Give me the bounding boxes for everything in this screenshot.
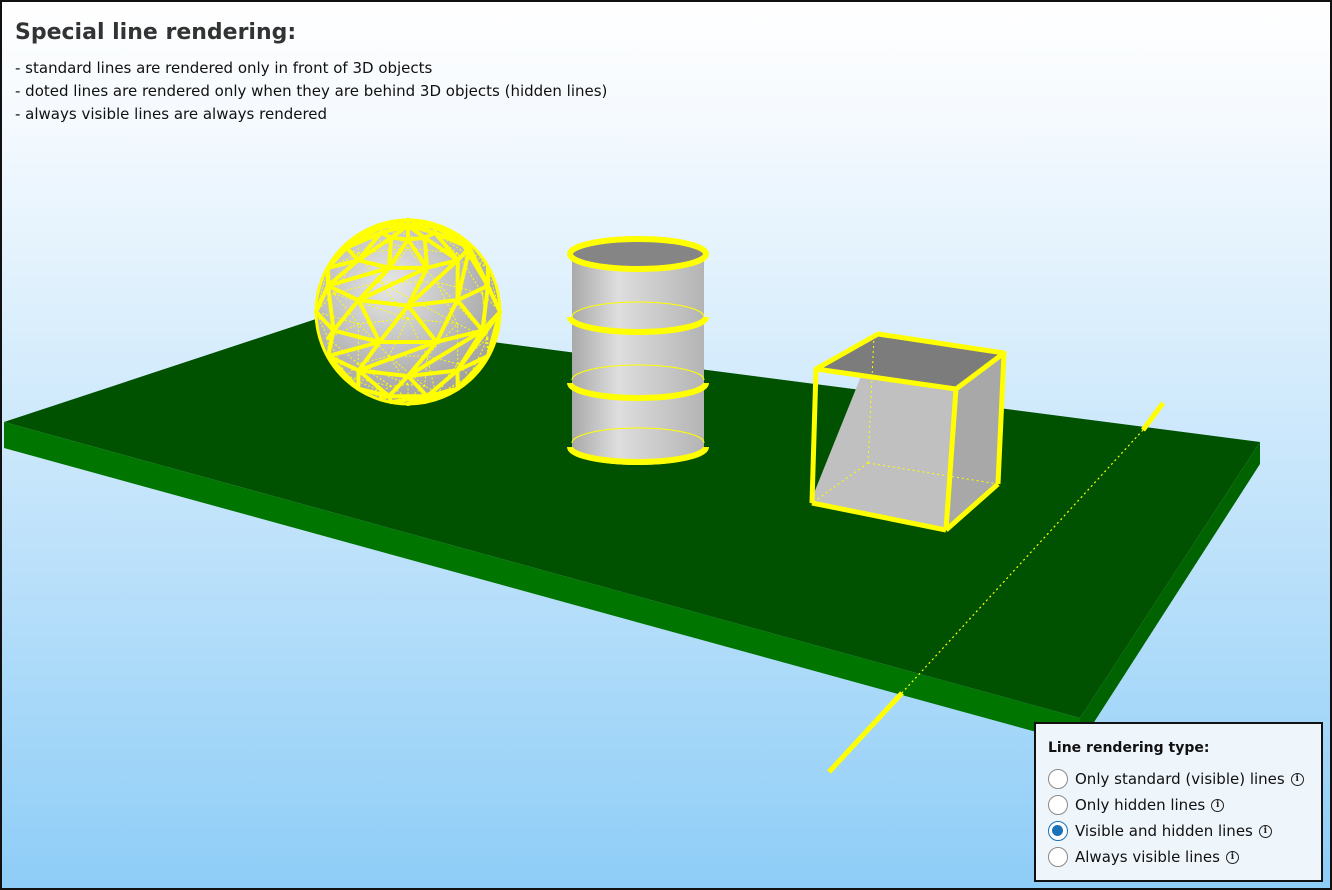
header-block: Special line rendering: - standard lines… xyxy=(15,20,607,126)
box xyxy=(809,331,1007,533)
option-always-visible-lines[interactable]: Always visible lines i xyxy=(1048,844,1321,870)
3d-viewport[interactable]: Special line rendering: - standard lines… xyxy=(0,0,1332,890)
line-rendering-panel: Line rendering type: Only standard (visi… xyxy=(1034,722,1323,882)
info-icon[interactable]: i xyxy=(1290,772,1304,786)
sphere-wireframe xyxy=(314,218,502,406)
option-visible-and-hidden-lines[interactable]: Visible and hidden lines i xyxy=(1048,818,1321,844)
info-icon[interactable]: i xyxy=(1258,824,1272,838)
description-line: - always visible lines are always render… xyxy=(15,105,328,123)
info-icon[interactable]: i xyxy=(1225,850,1239,864)
description-line: - standard lines are rendered only in fr… xyxy=(15,59,433,77)
cylinder xyxy=(567,236,709,465)
option-label: Only standard (visible) lines xyxy=(1075,770,1285,788)
panel-title: Line rendering type: xyxy=(1048,740,1210,756)
radio-button[interactable] xyxy=(1048,769,1068,789)
option-label: Always visible lines xyxy=(1075,848,1220,866)
option-label: Visible and hidden lines xyxy=(1075,822,1253,840)
option-only-hidden-lines[interactable]: Only hidden lines i xyxy=(1048,792,1321,818)
radio-button[interactable] xyxy=(1048,847,1068,867)
info-icon[interactable]: i xyxy=(1211,798,1225,812)
option-label: Only hidden lines xyxy=(1075,796,1206,814)
radio-button[interactable] xyxy=(1048,795,1068,815)
description-line: - doted lines are rendered only when the… xyxy=(15,82,608,100)
option-only-standard-lines[interactable]: Only standard (visible) lines i xyxy=(1048,766,1321,792)
page-title: Special line rendering: xyxy=(15,20,297,45)
radio-button-selected[interactable] xyxy=(1048,821,1068,841)
sphere-edge xyxy=(422,235,430,270)
